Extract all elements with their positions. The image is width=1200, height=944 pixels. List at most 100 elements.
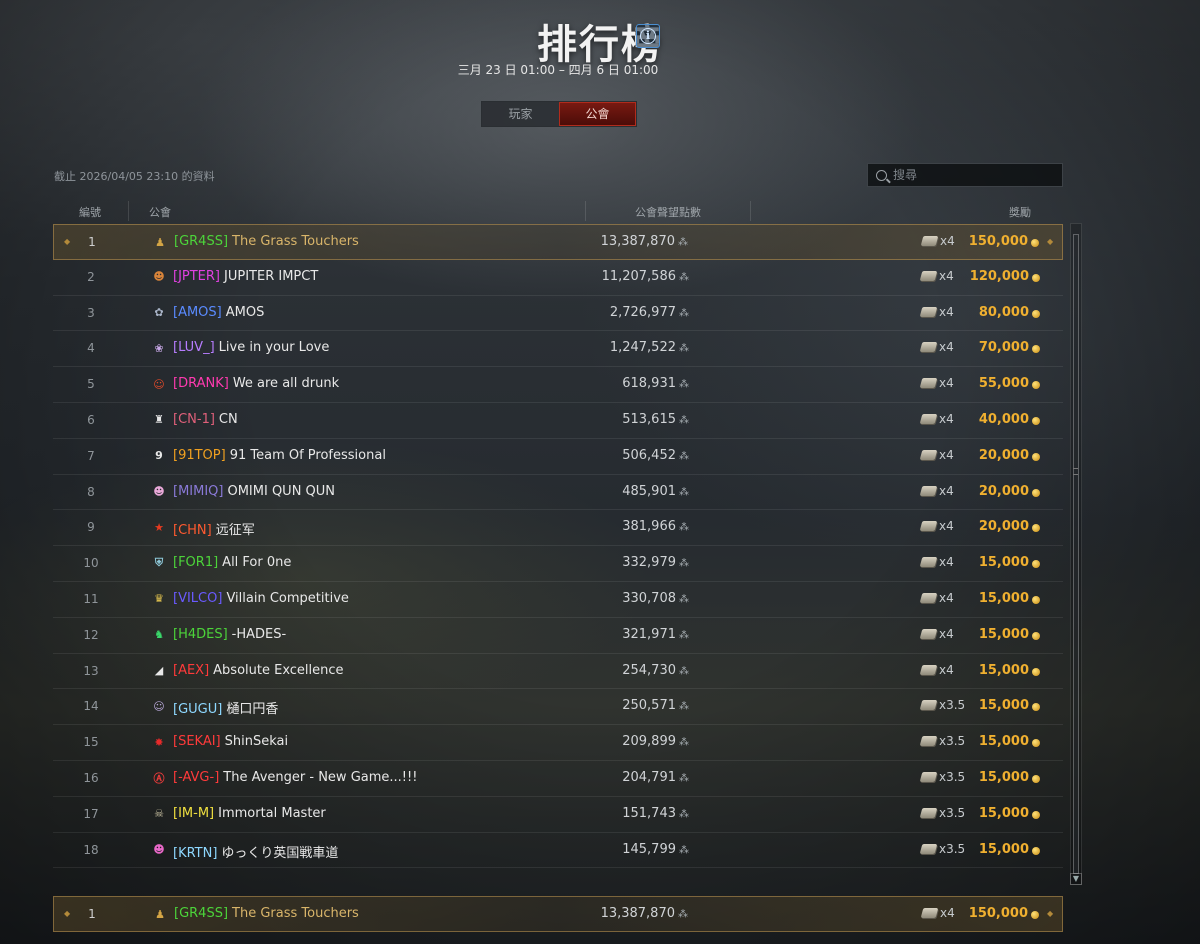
prestige-icon: ⁂	[679, 737, 689, 749]
gold-reward: 80,000	[978, 304, 1029, 320]
clan-emblem-icon: ♞	[154, 628, 164, 642]
clan-name-cell[interactable]: [IM-M] Immortal Master	[173, 806, 326, 821]
table-row[interactable]: ◆ 1 ♟ [GR4SS] The Grass Touchers 13,387,870 ⁂ x…	[53, 224, 1063, 260]
clan-name-cell[interactable]: [91TOP] 91 Team Of Professional	[173, 448, 386, 463]
gold-reward: 15,000	[978, 555, 1029, 571]
clan-name-cell[interactable]: [CN-1] CN	[173, 412, 238, 427]
clan-name-cell[interactable]: [FOR1] All For 0ne	[173, 555, 291, 570]
table-row[interactable]: 16 Ⓐ [-AVG-] The Avenger - New Game...!!! 20…	[53, 761, 1063, 797]
rank-number: 9	[87, 520, 95, 535]
points-value: 618,931	[622, 376, 676, 392]
clan-name-cell[interactable]: [H4DES] -HADES-	[173, 627, 286, 642]
clan-points: 330,708 ⁂	[622, 591, 689, 606]
clan-tag: [-AVG-]	[173, 769, 220, 785]
search-input[interactable]	[893, 168, 1043, 182]
pinned-own-clan-row[interactable]: ◆ 1 ♟ [GR4SS] The Grass Touchers 13,387,8…	[53, 896, 1063, 932]
clan-name-cell[interactable]: [GR4SS] The Grass Touchers	[174, 234, 359, 249]
leaderboard-rows: ◆ 1 ♟ [GR4SS] The Grass Touchers 13,387,870 ⁂ x…	[53, 224, 1063, 884]
clan-name: The Grass Touchers	[232, 906, 359, 921]
table-row[interactable]: 14 ☺ [GUGU] 樋口円香 250,571 ⁂ x3.5 15,000	[53, 689, 1063, 726]
clan-name: OMIMI QUN QUN	[227, 483, 336, 499]
table-row[interactable]: 12 ♞ [H4DES] -HADES- 321,971 ⁂ x4 15,000	[53, 618, 1063, 654]
table-row[interactable]: 2 ☻ [JPTER] JUPITER IMPCT 11,207,586 ⁂ x4 120,0…	[53, 260, 1063, 296]
scrollbar-thumb[interactable]	[1073, 234, 1079, 874]
clan-name: Absolute Excellence	[213, 662, 344, 678]
clan-name-cell[interactable]: [AMOS] AMOS	[173, 305, 264, 320]
table-row[interactable]: 6 ♜ [CN-1] CN 513,615 ⁂ x4 40,000	[53, 403, 1063, 439]
col-reward[interactable]: 獎勵	[1009, 204, 1031, 220]
col-clan[interactable]: 公會	[149, 204, 171, 220]
clan-name: Live in your Love	[218, 340, 330, 356]
clan-tag: [GR4SS]	[174, 234, 229, 249]
clan-name-cell[interactable]: [CHN] 远征军	[173, 519, 255, 538]
points-value: 332,979	[622, 555, 676, 571]
tab-players[interactable]: 玩家	[482, 102, 559, 126]
clan-emblem-icon: ★	[154, 520, 164, 534]
col-rank[interactable]: 編號	[79, 204, 101, 220]
clan-points: 151,743 ⁂	[622, 806, 689, 821]
table-row[interactable]: 10 ⛨ [FOR1] All For 0ne 332,979 ⁂ x4 15,000	[53, 546, 1063, 582]
clan-name-cell[interactable]: [LUV_] Live in your Love	[173, 340, 329, 355]
rank-number: 15	[83, 735, 99, 750]
table-row[interactable]: 17 ☠ [IM-M] Immortal Master 151,743 ⁂ x3.5 15,0…	[53, 797, 1063, 833]
table-row[interactable]: 8 ☻ [MIMIQ] OMIMI QUN QUN 485,901 ⁂ x4 20,000	[53, 475, 1063, 511]
rank-number: 4	[87, 341, 95, 356]
table-row[interactable]: 7 9 [91TOP] 91 Team Of Professional 506,452 ⁂…	[53, 439, 1063, 475]
gold-reward: 15,000	[978, 805, 1029, 821]
clan-name-cell[interactable]: [GR4SS] The Grass Touchers	[174, 906, 359, 921]
prestige-icon: ⁂	[679, 665, 689, 677]
reward-bond-icon	[919, 664, 938, 675]
info-button[interactable]: i	[636, 24, 660, 48]
gold-reward: 70,000	[978, 340, 1029, 356]
table-row[interactable]: 9 ★ [CHN] 远征军 381,966 ⁂ x4 20,000	[53, 510, 1063, 547]
col-divider	[750, 201, 751, 221]
clan-name-cell[interactable]: [DRANK] We are all drunk	[173, 376, 339, 391]
clan-name: 远征军	[215, 523, 255, 539]
reward-bond-icon	[919, 449, 938, 460]
table-row[interactable]: 13 ◢ [AEX] Absolute Excellence 254,730 ⁂ x4 15,…	[53, 654, 1063, 690]
gold-reward: 40,000	[978, 411, 1029, 427]
col-points[interactable]: 公會聲望點數	[635, 204, 701, 220]
table-row[interactable]: 18 ☻ [KRTN] ゆっくり英国戦車道 145,799 ⁂ x3.5 15,000	[53, 833, 1063, 869]
clan-name-cell[interactable]: [SEKAI] ShinSekai	[173, 734, 288, 749]
reward-bond-icon	[919, 736, 938, 747]
clan-name-cell[interactable]: [-AVG-] The Avenger - New Game...!!!	[173, 770, 417, 785]
gold-reward: 15,000	[978, 698, 1029, 714]
clan-name-cell[interactable]: [AEX] Absolute Excellence	[173, 663, 344, 678]
reward-multiplier: x3.5	[939, 841, 966, 856]
clan-name-cell[interactable]: [GUGU] 樋口円香	[173, 698, 278, 717]
clan-name: CN	[218, 411, 238, 427]
scroll-down-arrow-icon[interactable]: ▼	[1070, 873, 1082, 885]
prestige-icon: ⁂	[679, 379, 689, 391]
table-row[interactable]: 5 ☺ [DRANK] We are all drunk 618,931 ⁂ x4 55,00…	[53, 367, 1063, 403]
tab-clans[interactable]: 公會	[559, 102, 636, 126]
gold-icon	[1032, 345, 1040, 354]
clan-name: ShinSekai	[224, 734, 289, 750]
clan-emblem-icon: ❀	[154, 341, 164, 355]
gold-icon	[1032, 631, 1040, 640]
points-value: 330,708	[622, 590, 676, 606]
clan-name-cell[interactable]: [JPTER] JUPITER IMPCT	[173, 269, 318, 284]
prestige-icon: ⁂	[679, 486, 689, 498]
scrollbar[interactable]	[1070, 223, 1082, 885]
points-value: 381,966	[622, 519, 676, 535]
clan-name-cell[interactable]: [KRTN] ゆっくり英国戦車道	[173, 842, 338, 861]
reward-bond-icon	[919, 843, 938, 854]
table-row[interactable]: 3 ✿ [AMOS] AMOS 2,726,977 ⁂ x4 80,000	[53, 296, 1063, 332]
clan-emblem-icon: ☻	[153, 485, 165, 499]
clan-name-cell[interactable]: [VILCO] Villain Competitive	[173, 591, 349, 606]
clan-name-cell[interactable]: [MIMIQ] OMIMI QUN QUN	[173, 484, 335, 499]
gold-icon	[1032, 416, 1040, 425]
reward-multiplier: x3.5	[939, 698, 966, 713]
gold-reward: 20,000	[978, 519, 1029, 535]
reward-multiplier: x4	[939, 519, 954, 534]
clan-tag: [AEX]	[173, 662, 210, 678]
gold-reward: 15,000	[978, 769, 1029, 785]
reward-bond-icon	[919, 557, 938, 568]
table-row[interactable]: 15 ✸ [SEKAI] ShinSekai 209,899 ⁂ x3.5 15,000	[53, 725, 1063, 761]
clan-points: 321,971 ⁂	[622, 627, 689, 642]
table-row[interactable]: 4 ❀ [LUV_] Live in your Love 1,247,522 ⁂ x4 70,…	[53, 331, 1063, 368]
clan-emblem-icon: ☻	[153, 270, 165, 284]
table-row[interactable]: 11 ♛ [VILCO] Villain Competitive 330,708 ⁂ x4 1…	[53, 582, 1063, 618]
points-value: 254,730	[622, 662, 676, 678]
